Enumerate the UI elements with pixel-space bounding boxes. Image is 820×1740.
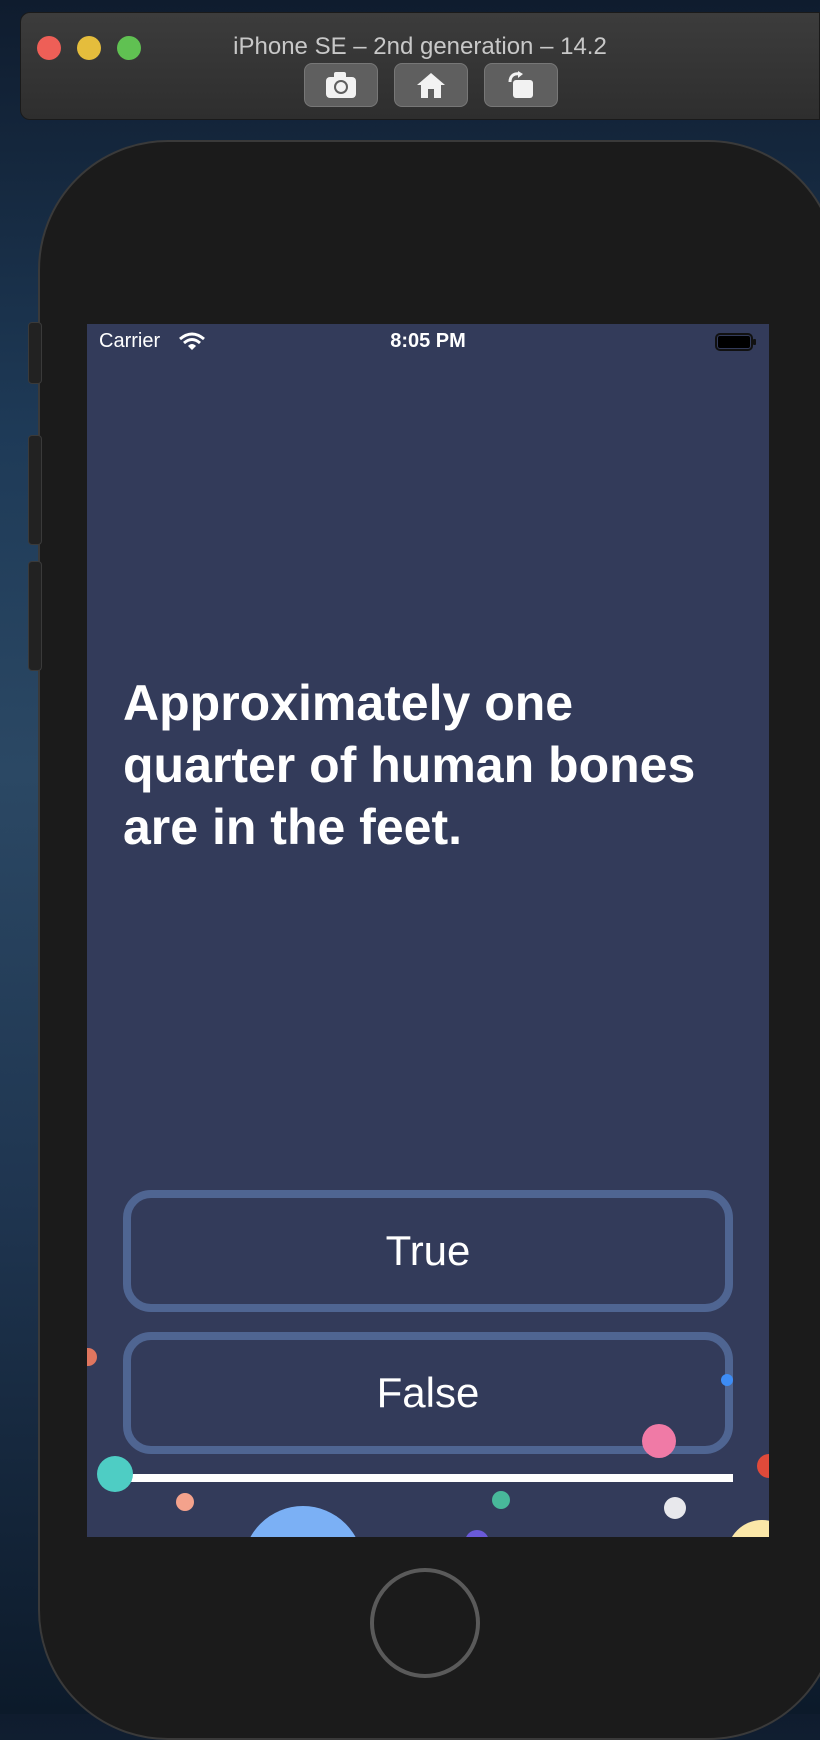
home-toolbar-button[interactable]	[394, 63, 468, 107]
decorative-bubble	[87, 1348, 97, 1366]
rotate-icon	[508, 71, 533, 98]
decorative-bubble	[176, 1493, 194, 1511]
rotate-button[interactable]	[484, 63, 558, 107]
status-bar: Carrier 8:05 PM	[87, 324, 769, 364]
simulator-titlebar: iPhone SE – 2nd generation – 14.2	[20, 12, 820, 120]
status-time: 8:05 PM	[390, 330, 466, 352]
question-text: Approximately one quarter of human bones…	[123, 675, 696, 855]
window-title: iPhone SE – 2nd generation – 14.2	[233, 33, 607, 60]
volume-up-button	[28, 435, 42, 545]
camera-icon	[326, 72, 356, 98]
decorative-bubble	[492, 1491, 510, 1509]
decorative-bubble	[97, 1456, 133, 1492]
progress-fill	[123, 1474, 733, 1482]
true-button[interactable]: True	[123, 1190, 733, 1312]
decorative-bubble	[757, 1454, 769, 1478]
screenshot-button[interactable]	[304, 63, 378, 107]
progress-bar	[123, 1474, 733, 1482]
decorative-bubble	[664, 1497, 686, 1519]
home-icon	[417, 73, 445, 98]
battery-icon	[715, 333, 756, 351]
volume-down-button	[28, 561, 42, 671]
app-screen: Carrier 8:05 PM Approximately one quarte…	[87, 324, 769, 1537]
false-button[interactable]: False	[123, 1332, 733, 1454]
decorative-bubble	[642, 1424, 676, 1458]
decorative-bubble	[465, 1530, 489, 1537]
mute-switch	[28, 322, 42, 384]
decorative-bubble	[727, 1520, 769, 1537]
decorative-bubble	[721, 1374, 733, 1386]
device-home-button[interactable]	[370, 1568, 480, 1678]
decorative-bubble	[243, 1506, 363, 1537]
